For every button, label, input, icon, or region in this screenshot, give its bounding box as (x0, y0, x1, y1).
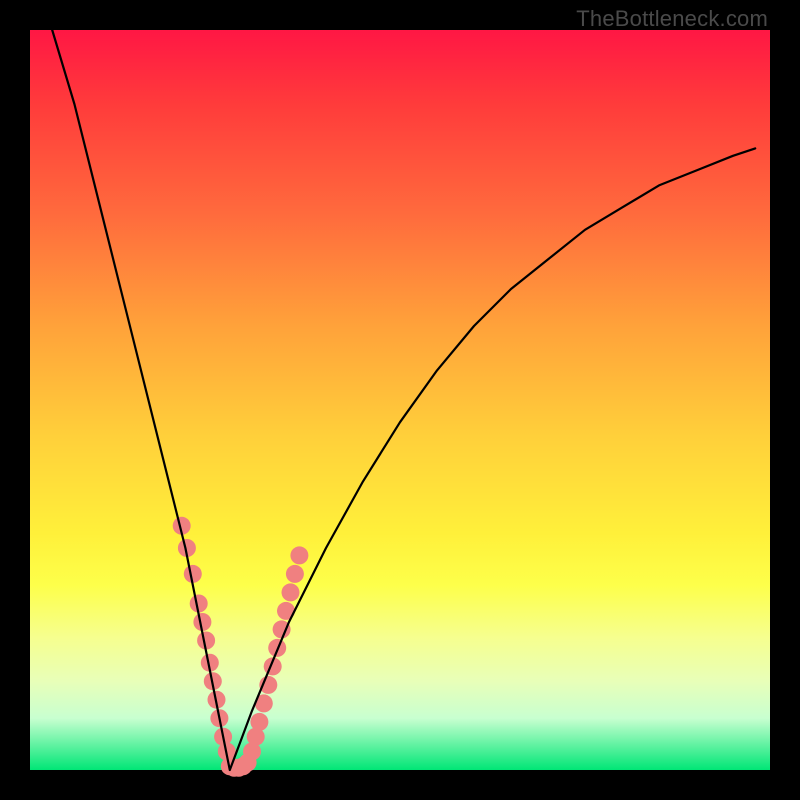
highlight-marker (286, 565, 304, 583)
bottleneck-curve (52, 30, 755, 770)
line-layer (52, 30, 755, 770)
highlight-marker (282, 583, 300, 601)
curve-layer (0, 0, 800, 800)
chart-frame: TheBottleneck.com (0, 0, 800, 800)
highlight-marker (250, 713, 268, 731)
marker-layer (173, 517, 309, 777)
highlight-marker (290, 546, 308, 564)
